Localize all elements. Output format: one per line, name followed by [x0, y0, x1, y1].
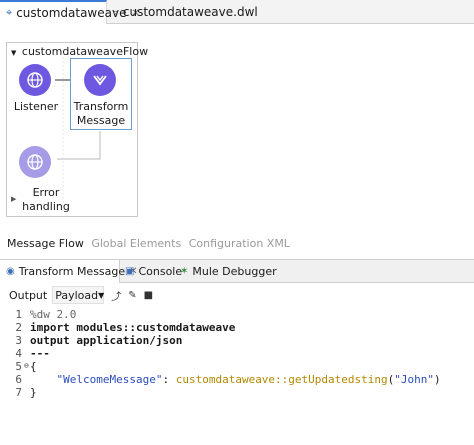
tab-label: Transform Message: [18, 265, 126, 278]
globe-icon: [27, 72, 43, 88]
tab-transform-message[interactable]: ◉ Transform Message ✕: [0, 260, 138, 283]
listener-node[interactable]: [19, 64, 51, 96]
error-handling-label: Error handling: [22, 186, 70, 213]
expand-arrow-icon[interactable]: ▶: [11, 195, 16, 203]
tab-label: Mule Debugger: [192, 265, 277, 278]
dropdown-arrow-icon: ▼: [98, 290, 105, 300]
tab-customdataweave[interactable]: ⌖ customdataweave ✕: [0, 0, 140, 24]
tab-message-flow[interactable]: Message Flow: [7, 237, 84, 250]
message-flow-tabs: Message Flow Global Elements Configurati…: [7, 237, 294, 250]
dataweave-code-editor[interactable]: 1 %dw 2.0 2 import modules::customdataweav…: [0, 307, 474, 445]
tab-customdataweave-dwl[interactable]: ∘ customdataweave.dwl: [112, 0, 262, 24]
transform-label: Transform Message: [73, 100, 129, 127]
code-line-3: 3 output application/json: [15, 334, 183, 347]
listener-label: Listener: [13, 100, 59, 113]
code-line-7: 7}: [15, 386, 37, 399]
tab-label: Console: [138, 265, 183, 278]
flow-container[interactable]: ▼ customdataweaveFlow Listener Transform…: [6, 42, 148, 217]
transform-toolbar: Output Payload ▼ ⤴ ✎ ■: [0, 283, 474, 307]
code-line-2: 2 import modules::customdataweave: [15, 321, 236, 334]
dataweave-file-icon: ∘: [112, 5, 119, 19]
tab-label: customdataweave.dwl: [122, 5, 258, 19]
code-line-1: 1 %dw 2.0: [15, 308, 77, 321]
mule-flow-icon: ⌖: [6, 6, 13, 19]
transform-icon: ◉: [6, 266, 15, 277]
bug-icon: ✶: [180, 266, 189, 277]
tab-global-elements[interactable]: Global Elements: [91, 237, 181, 250]
output-label: Output: [9, 288, 48, 302]
code-line-4: 4 ---: [15, 347, 50, 360]
edit-mapping-icon[interactable]: ⤴: [111, 288, 121, 303]
console-icon: ▣: [125, 266, 135, 277]
panel-tab-bar: ◉ Transform Message ✕ ▣ Console ✶ Mule D…: [0, 259, 474, 283]
pencil-icon[interactable]: ✎: [128, 290, 136, 301]
tab-configuration-xml[interactable]: Configuration XML: [189, 237, 290, 250]
error-handling-node[interactable]: [19, 146, 51, 178]
editor-tab-bar: ⌖ customdataweave ✕ ∘ customdataweave.dw…: [0, 0, 474, 24]
tab-label: customdataweave: [16, 6, 127, 20]
code-line-6: 6 "WelcomeMessage": customdataweave::get…: [15, 373, 441, 386]
transform-icon: [93, 75, 107, 86]
tab-console[interactable]: ▣ Console: [125, 260, 182, 283]
code-line-5: 5{: [15, 360, 37, 373]
transform-node[interactable]: [84, 64, 116, 96]
output-target-select[interactable]: Payload ▼: [52, 286, 104, 304]
trash-icon[interactable]: ■: [144, 290, 153, 301]
tab-mule-debugger[interactable]: ✶ Mule Debugger: [180, 260, 277, 283]
globe-icon: [27, 154, 43, 170]
